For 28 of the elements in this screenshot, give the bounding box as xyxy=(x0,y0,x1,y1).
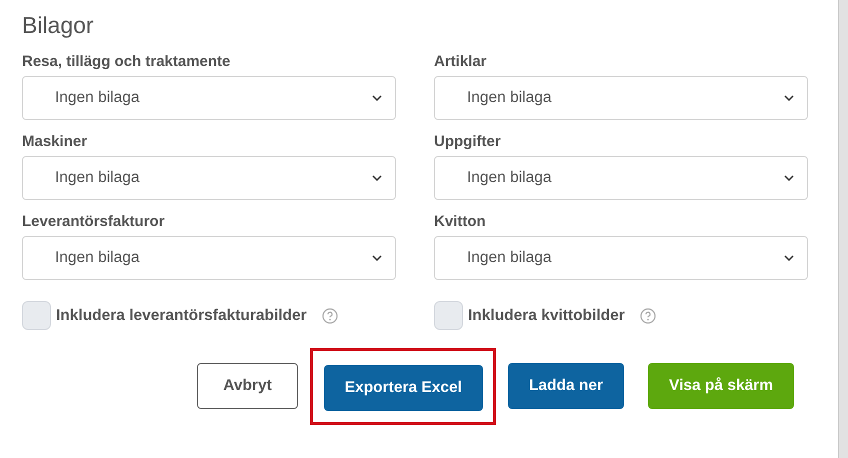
field-label: Artiklar xyxy=(434,53,488,70)
field-label: Maskiner xyxy=(22,133,88,150)
checkbox-label: Inkludera leverantörsfakturabilder xyxy=(56,306,307,324)
field-label: Resa, tillägg och traktamente xyxy=(22,53,232,70)
dropdown-field[interactable]: Ingen bilaga xyxy=(434,76,808,120)
action-button[interactable]: Ladda ner xyxy=(508,363,624,409)
dropdown-field[interactable]: Ingen bilaga xyxy=(22,156,396,200)
dropdown-field[interactable]: Ingen bilaga xyxy=(434,236,808,280)
dropdown-field[interactable]: Ingen bilaga xyxy=(434,156,808,200)
chevron-down-icon xyxy=(372,95,382,101)
help-icon[interactable] xyxy=(322,308,338,324)
chevron-down-icon xyxy=(784,175,794,181)
checkbox[interactable] xyxy=(434,301,463,330)
chevron-down-icon xyxy=(372,255,382,261)
field-label: Leverantörsfakturor xyxy=(22,213,166,230)
field-label: Kvitton xyxy=(434,213,487,230)
help-icon[interactable] xyxy=(640,308,656,324)
dropdown-field[interactable]: Ingen bilaga xyxy=(22,76,396,120)
action-button[interactable]: Avbryt xyxy=(197,363,298,409)
dropdown-field[interactable]: Ingen bilaga xyxy=(22,236,396,280)
chevron-down-icon xyxy=(372,175,382,181)
chevron-down-icon xyxy=(784,255,794,261)
field-label: Uppgifter xyxy=(434,133,502,150)
checkbox[interactable] xyxy=(22,301,51,330)
action-button[interactable]: Exportera Excel xyxy=(324,364,483,410)
chevron-down-icon xyxy=(784,95,794,101)
checkbox-label: Inkludera kvittobilder xyxy=(468,306,625,324)
section-title: Bilagor xyxy=(22,12,95,39)
